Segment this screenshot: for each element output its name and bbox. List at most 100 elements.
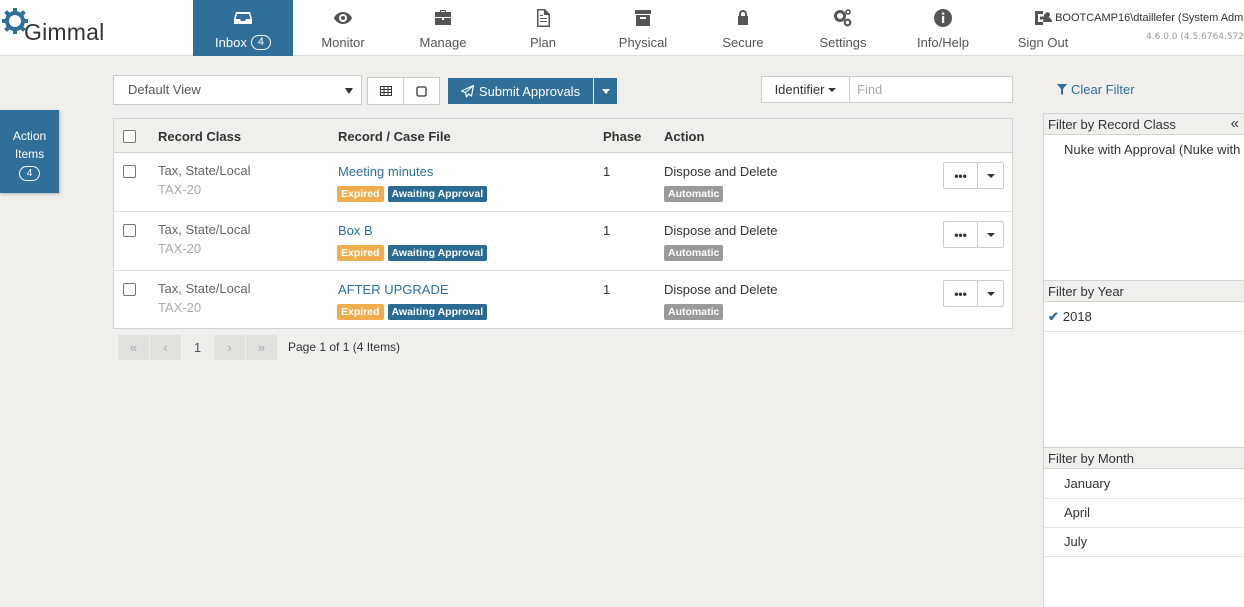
record-class: Tax, State/Local [158,222,251,237]
nav-secure[interactable]: Secure [693,0,793,56]
table-header: Record Class Record / Case File Phase Ac… [114,119,1012,153]
filter-year-value: 2018 [1062,309,1092,324]
find-input[interactable] [849,76,1013,103]
select-all-checkbox[interactable] [123,130,136,143]
filter-icon [1057,84,1067,95]
page-info: Page 1 of 1 (4 Items) [288,340,401,354]
main-nav: Inbox 4 Monitor Manage Plan Physical Secu… [193,0,1093,56]
row-checkbox[interactable] [123,165,136,178]
nav-settings[interactable]: Settings [793,0,893,56]
chevron-down-icon [986,291,995,296]
row-more-button[interactable]: ••• [943,162,978,189]
table-row[interactable]: Tax, State/Local TAX-20 Meeting minutes … [114,153,1012,212]
nav-secure-label: Secure [722,35,764,50]
nav-info-help-label: Info/Help [916,35,970,50]
grid-view-button[interactable] [367,77,404,105]
submit-approvals-button[interactable]: Submit Approvals [448,78,593,104]
user-info: BOOTCAMP16\dtaillefer (System Admi 4.6.0… [1043,12,1244,42]
inbox-icon [234,12,252,24]
document-icon [537,9,550,27]
nav-physical[interactable]: Physical [593,0,693,56]
header-record-case-file[interactable]: Record / Case File [338,129,451,144]
row-dropdown-button[interactable] [977,221,1004,248]
table-row[interactable]: Tax, State/Local TAX-20 Box B Expired Aw… [114,212,1012,271]
row-checkbox[interactable] [123,283,136,296]
nav-monitor-label: Monitor [321,35,365,50]
awaiting-approval-badge: Awaiting Approval [387,245,488,261]
record-link[interactable]: Box B [338,223,373,238]
table-row[interactable]: Tax, State/Local TAX-20 AFTER UPGRADE Ex… [114,271,1012,330]
filter-year-header: Filter by Year [1044,280,1244,302]
status-tags: Expired Awaiting Approval [337,304,488,320]
nav-plan[interactable]: Plan [493,0,593,56]
record-class-code: TAX-20 [158,241,202,256]
record-link[interactable]: AFTER UPGRADE [338,282,449,297]
view-select-value: Default View [128,82,201,97]
archive-box-icon [635,10,651,26]
user-menu[interactable]: BOOTCAMP16\dtaillefer (System Admi [1043,12,1244,24]
chevron-down-icon [986,232,995,237]
logo-text: Gimmal [24,19,105,45]
filter-record-class-item[interactable]: Nuke with Approval (Nuke with [1044,136,1244,165]
row-dropdown-button[interactable] [977,162,1004,189]
expired-badge: Expired [337,186,384,202]
record-class: Tax, State/Local [158,281,251,296]
submit-approvals-label: Submit Approvals [478,83,581,99]
info-icon [934,9,952,27]
automatic-badge: Automatic [664,245,724,261]
status-tags: Expired Awaiting Approval [337,186,488,202]
record-class-code: TAX-20 [158,300,202,315]
action-value: Dispose and Delete [664,223,778,238]
user-name-text: BOOTCAMP16\dtaillefer (System Admi [1055,12,1244,24]
row-more-button[interactable]: ••• [943,280,978,307]
chevron-down-icon [601,88,610,94]
collapse-icon[interactable]: « [1231,115,1239,132]
gimmal-logo[interactable]: Gimmal [2,8,112,48]
phase-value: 1 [603,223,611,238]
action-value: Dispose and Delete [664,164,778,179]
action-items-tab[interactable]: Action Items 4 [0,110,59,193]
nav-settings-label: Settings [819,35,867,50]
page-number-button[interactable]: 1 [182,335,213,360]
single-view-button[interactable] [403,77,440,105]
last-page-button[interactable]: » [246,335,277,360]
row-dropdown-button[interactable] [977,280,1004,307]
header-action[interactable]: Action [664,129,704,144]
phase-value: 1 [603,282,611,297]
filter-month-item[interactable]: January [1044,470,1244,499]
automatic-badge: Automatic [664,186,724,202]
clear-filter-link[interactable]: Clear Filter [1057,82,1135,97]
nav-monitor[interactable]: Monitor [293,0,393,56]
filter-month-item[interactable]: April [1044,499,1244,528]
nav-manage[interactable]: Manage [393,0,493,56]
nav-manage-label: Manage [419,35,467,50]
header-phase[interactable]: Phase [603,129,641,144]
record-class: Tax, State/Local [158,163,251,178]
awaiting-approval-badge: Awaiting Approval [387,186,488,202]
identifier-dropdown[interactable]: Identifier [761,76,850,103]
filter-month-item[interactable]: July [1044,528,1244,557]
square-icon [416,85,427,97]
first-page-button[interactable]: « [118,335,149,360]
nav-inbox[interactable]: Inbox 4 [193,0,293,56]
nav-info-help[interactable]: Info/Help [893,0,993,56]
row-more-button[interactable]: ••• [943,221,978,248]
filter-year-item[interactable]: ✔ 2018 [1044,303,1244,332]
submit-approvals-dropdown[interactable] [594,78,617,104]
header-record-class[interactable]: Record Class [158,129,241,144]
action-items-label-1: Action [12,129,47,143]
chevron-down-icon [986,173,995,178]
next-page-button[interactable]: › [214,335,245,360]
record-link[interactable]: Meeting minutes [338,164,433,179]
filter-month-title: Filter by Month [1048,451,1134,466]
row-checkbox[interactable] [123,224,136,237]
awaiting-approval-badge: Awaiting Approval [387,304,488,320]
approvals-table: Record Class Record / Case File Phase Ac… [113,118,1013,329]
filter-year-title: Filter by Year [1048,284,1124,299]
gears-icon [834,9,852,27]
expired-badge: Expired [337,245,384,261]
identifier-label: Identifier [774,82,825,97]
briefcase-icon [435,10,451,25]
prev-page-button[interactable]: ‹ [150,335,181,360]
view-select[interactable]: Default View [113,75,362,105]
